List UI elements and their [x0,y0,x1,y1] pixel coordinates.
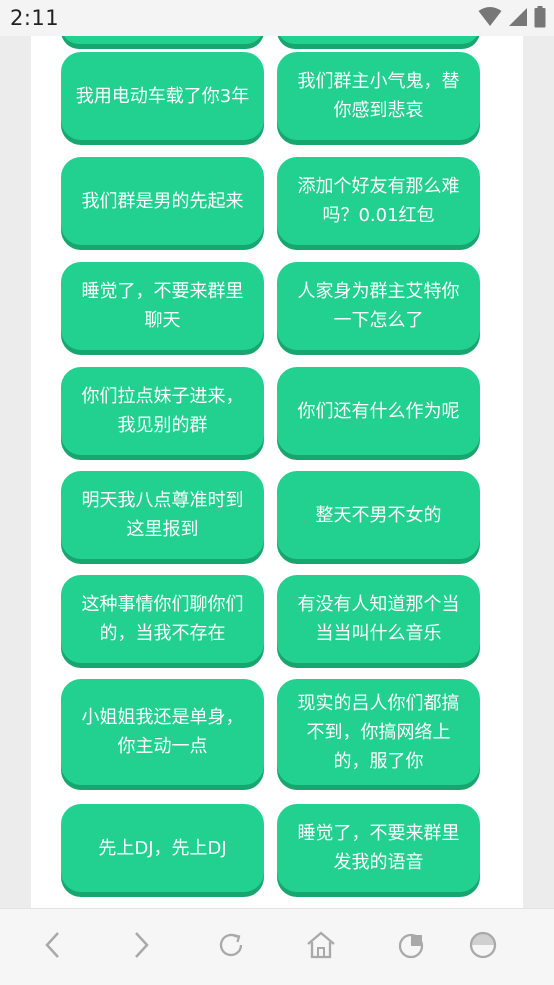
refresh-button[interactable] [211,927,251,967]
tabs-button[interactable] [391,927,431,967]
phrase-tile[interactable]: 我们群是男的先起来 [61,157,264,245]
phrase-tile[interactable]: 我们群主小气鬼，替你感到悲哀 [277,52,480,140]
forward-icon [130,931,152,963]
menu-icon [467,930,499,964]
phrase-tile[interactable]: 明天我八点尊准时到这里报到 [61,471,264,559]
phrase-tile[interactable]: 小姐姐我还是单身，你主动一点 [61,679,264,785]
phrase-tile[interactable]: 你们还有什么作为呢 [277,367,480,455]
phrase-tile[interactable]: 你们拉点妹子进来，我见别的群 [61,367,264,455]
tabs-icon [395,930,427,964]
back-button[interactable] [33,927,73,967]
phrase-tile[interactable]: 先上DJ，先上DJ [61,804,264,892]
phrase-tile[interactable]: 我用电动车载了你3年 [61,52,264,140]
phrase-tile[interactable]: 整天不男不女的 [277,471,480,559]
home-button[interactable] [301,927,341,967]
back-icon [42,931,64,963]
phrase-tile[interactable]: 睡觉了，不要来群里发我的语音 [277,804,480,892]
phrase-tile[interactable]: 睡觉了，不要来群里聊天 [61,262,264,350]
wifi-icon [478,7,502,31]
status-bar: 2:11 [0,0,554,36]
phrase-tile[interactable]: 人家身为群主艾特你一下怎么了 [277,262,480,350]
home-icon [305,930,337,964]
content-panel: 我用电动车载了你3年 我们群主小气鬼，替你感到悲哀 我们群是男的先起来 添加个好友有那… [31,36,523,908]
refresh-icon [216,930,246,964]
battery-icon [534,6,546,32]
phrase-tile-partial[interactable] [61,36,264,44]
phrase-tile[interactable]: 现实的吕人你们都搞不到，你搞网络上的，服了你 [277,679,480,785]
phrase-tile[interactable]: 有没有人知道那个当当当叫什么音乐 [277,575,480,663]
signal-icon [508,7,528,31]
phrase-tile[interactable]: 添加个好友有那么难吗？0.01红包 [277,157,480,245]
phrase-tile-partial[interactable] [277,36,480,44]
phrase-tile[interactable]: 这种事情你们聊你们的，当我不存在 [61,575,264,663]
menu-button[interactable] [463,927,503,967]
forward-button[interactable] [121,927,161,967]
status-time: 2:11 [10,6,60,30]
browser-bottom-bar [0,908,554,985]
